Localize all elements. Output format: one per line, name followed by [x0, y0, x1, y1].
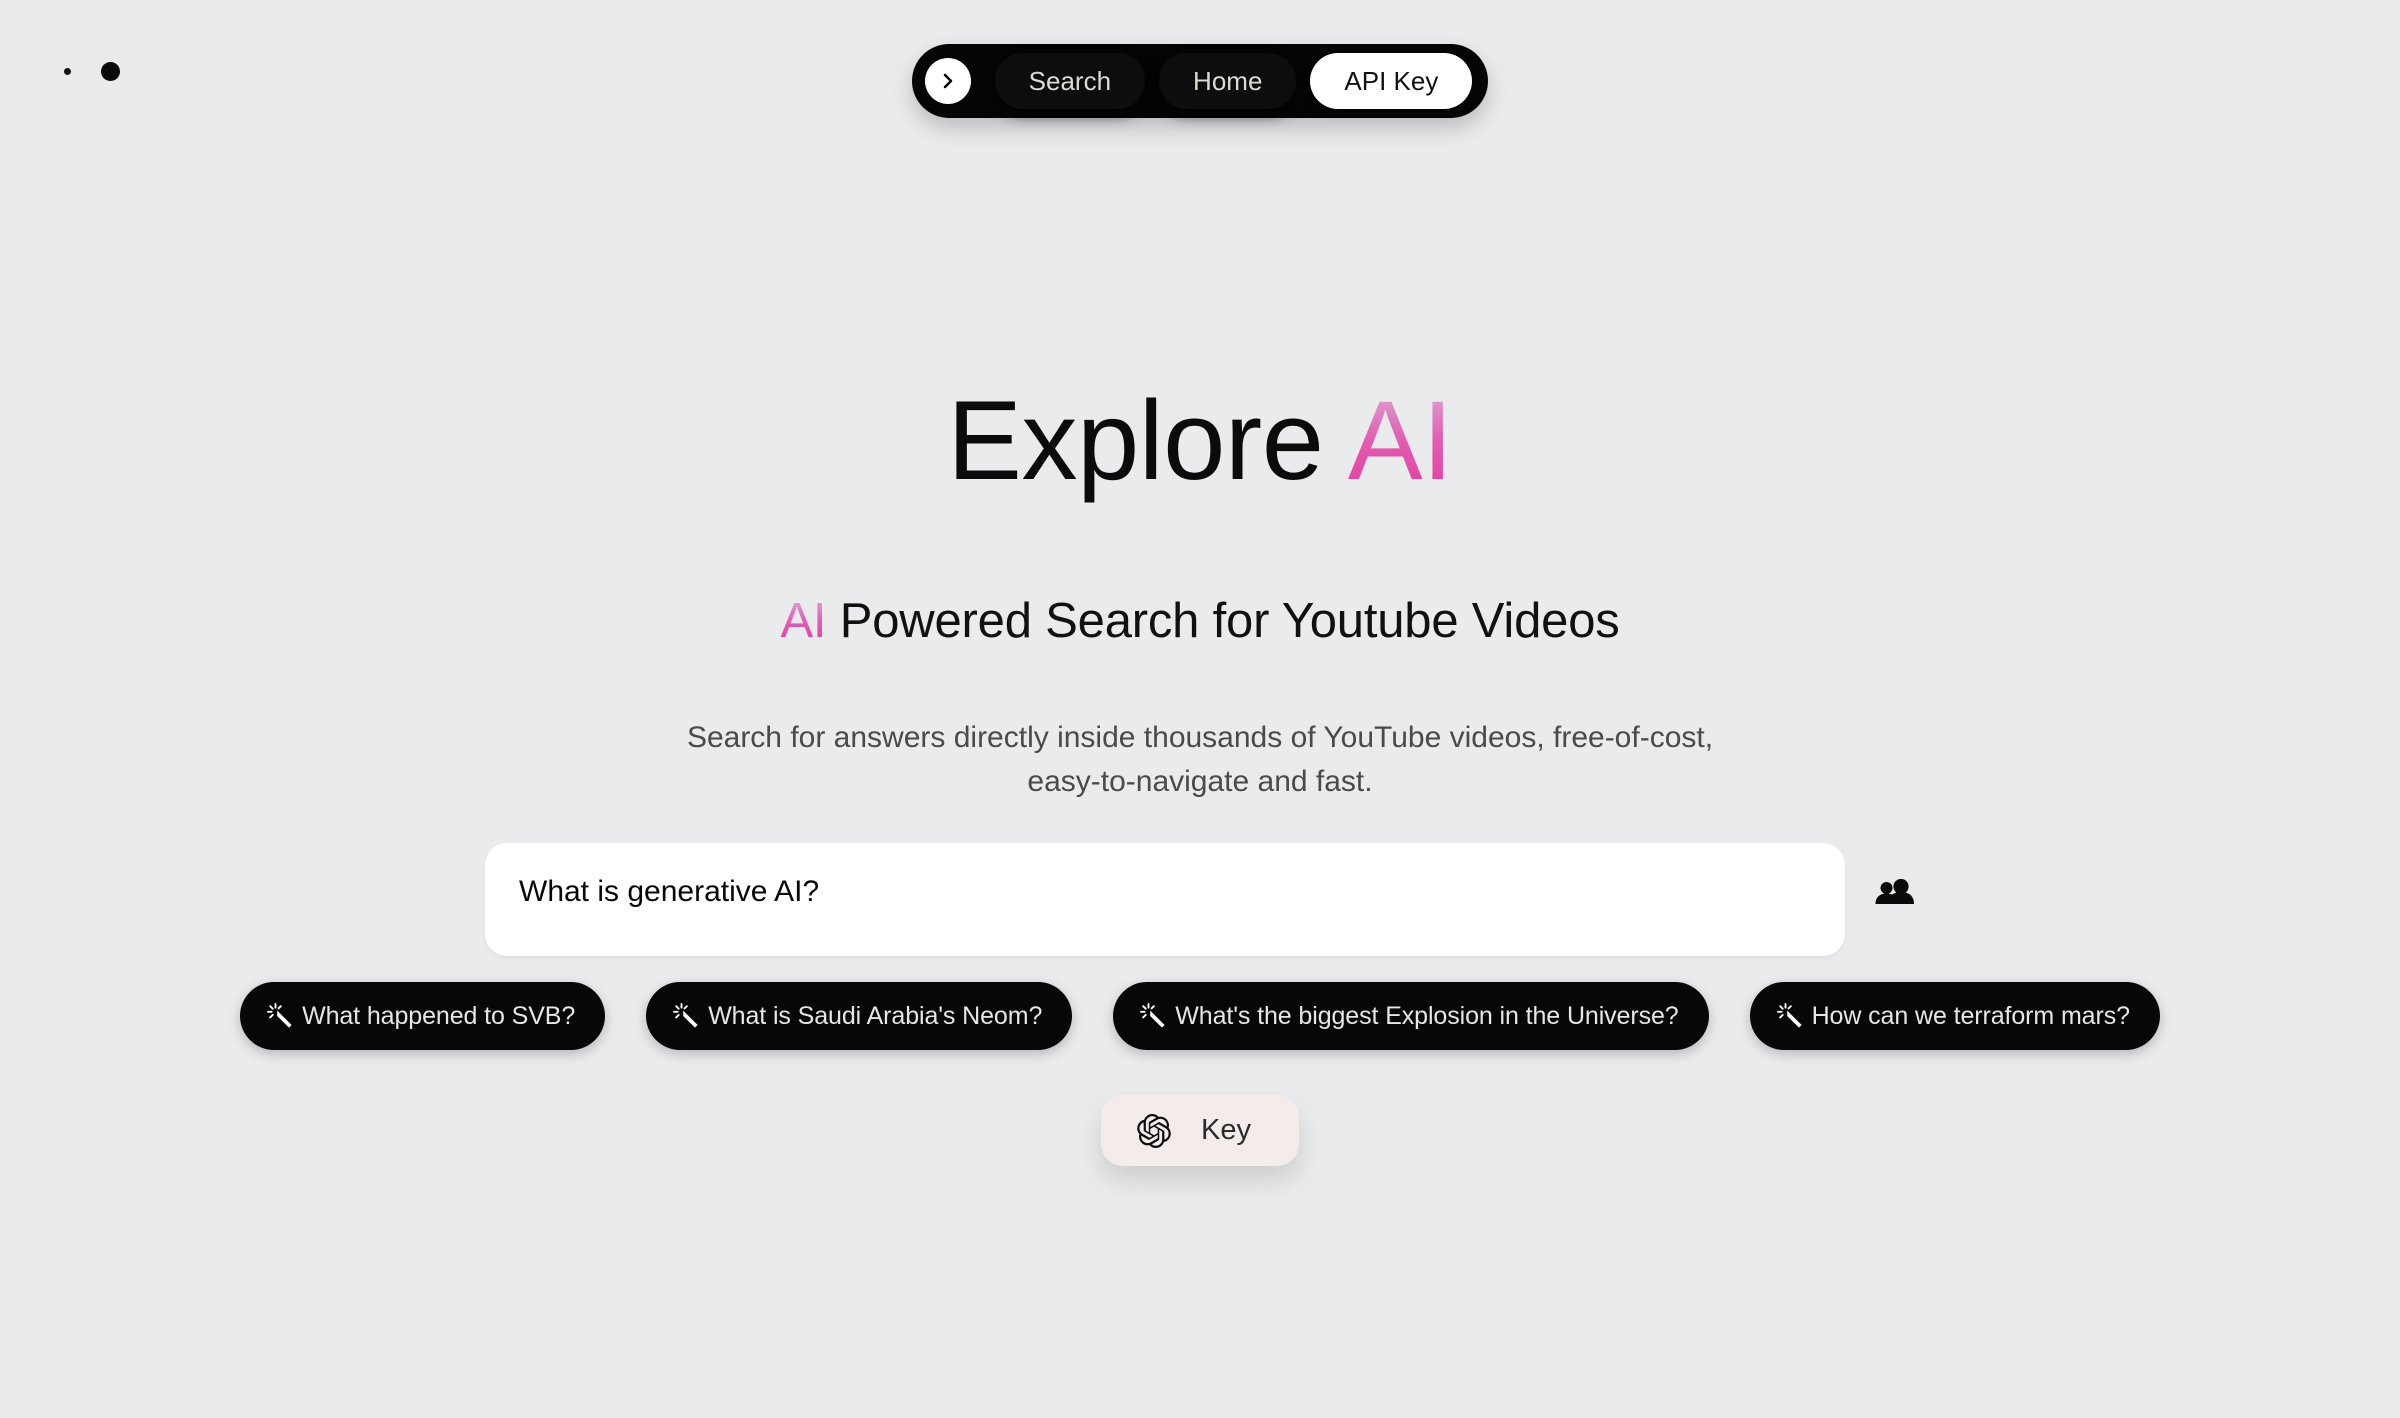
- page-title-main: Explore: [947, 378, 1348, 503]
- nav-item-api-key[interactable]: API Key: [1310, 53, 1473, 109]
- nav-item-label: Home: [1193, 66, 1263, 96]
- page-title: Explore AI: [0, 382, 2400, 500]
- suggestion-pill[interactable]: What happened to SVB?: [240, 982, 606, 1050]
- users-icon[interactable]: [1873, 877, 1915, 911]
- page-subtitle-accent: AI: [780, 594, 827, 648]
- page-subtitle: AI Powered Search for Youtube Videos: [0, 594, 2400, 649]
- suggestion-pill-label: What is Saudi Arabia's Neom?: [708, 1001, 1043, 1030]
- api-key-button-label: Key: [1201, 1114, 1251, 1146]
- nav-item-label: API Key: [1344, 66, 1439, 96]
- page-description-line-2: easy-to-navigate and fast.: [1027, 764, 1373, 798]
- navbar-container: Search Home API Key: [0, 44, 2400, 118]
- nav-item-home[interactable]: Home: [1159, 53, 1297, 109]
- suggestion-pill[interactable]: How can we terraform mars?: [1749, 982, 2160, 1050]
- suggestion-pill-label: How can we terraform mars?: [1811, 1001, 2130, 1030]
- openai-logo-icon: [1137, 1113, 1171, 1148]
- nav-item-label: Search: [1028, 66, 1112, 96]
- suggestion-pill[interactable]: What's the biggest Explosion in the Univ…: [1113, 982, 1709, 1050]
- suggestion-pill-label: What's the biggest Explosion in the Univ…: [1175, 1001, 1679, 1030]
- suggestion-pills: What happened to SVB? What is Saudi Arab…: [0, 982, 2400, 1050]
- suggestion-pill-label: What happened to SVB?: [302, 1001, 576, 1030]
- magic-wand-icon: [1776, 1003, 1802, 1028]
- suggestion-pill[interactable]: What is Saudi Arabia's Neom?: [646, 982, 1073, 1050]
- search-input[interactable]: [485, 843, 1845, 956]
- page-description-line-1: Search for answers directly inside thous…: [686, 721, 1714, 754]
- key-button-container: Key: [0, 1095, 2400, 1166]
- nav-item-search[interactable]: Search: [994, 53, 1146, 109]
- page-description: Search for answers directly inside thous…: [0, 716, 2400, 804]
- api-key-button[interactable]: Key: [1101, 1095, 1299, 1166]
- magic-wand-icon: [1140, 1003, 1165, 1028]
- page-subtitle-rest: Powered Search for Youtube Videos: [826, 594, 1620, 648]
- navbar: Search Home API Key: [911, 44, 1489, 118]
- magic-wand-icon: [267, 1003, 292, 1028]
- search-row: [0, 843, 2400, 956]
- magic-wand-icon: [673, 1003, 698, 1028]
- page-title-accent: AI: [1347, 378, 1453, 503]
- chevron-right-icon[interactable]: [924, 58, 971, 104]
